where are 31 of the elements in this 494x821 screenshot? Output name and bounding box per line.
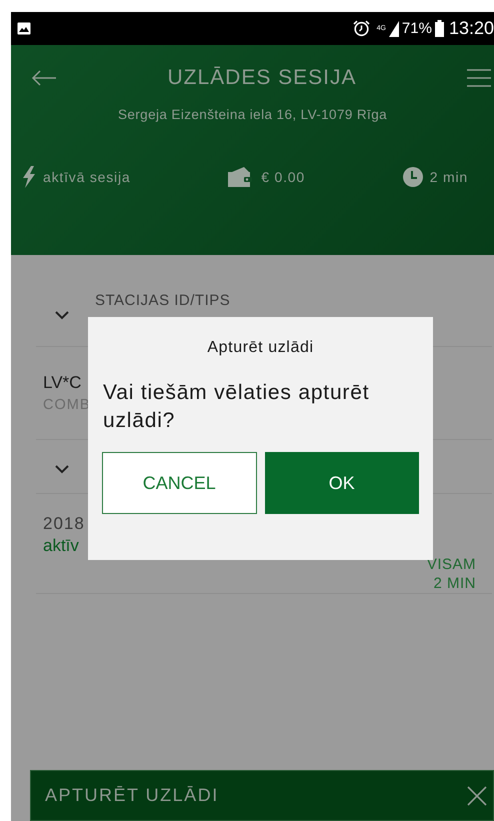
station-id: LV*C [43,373,82,393]
alarm-clock-icon [352,20,370,37]
stop-charging-bar[interactable]: APTURĒT UZLĀDI [30,770,494,821]
wallet-icon [228,167,254,187]
image-icon [17,22,31,35]
dialog-message: Vai tiešām vēlaties apturēt uzlādi? [102,380,370,434]
battery-icon [434,20,444,37]
total-label: VISAM [426,556,476,573]
dialog-title: Apturēt uzlādi [206,339,315,357]
session-date: 2018 [43,514,85,534]
stat-value: 2 min [430,169,468,185]
signal-icon [388,20,399,36]
stop-charging-label: APTURĒT UZLĀDI [45,785,219,806]
ok-button[interactable]: OK [264,452,419,514]
page-title: UZLĀDES SESIJA [167,66,357,90]
section-heading: STACIJAS ID/TIPS [95,292,230,309]
chevron-down-icon[interactable] [55,465,69,474]
clock-icon [402,167,423,187]
close-icon[interactable] [467,786,487,806]
back-arrow-icon[interactable] [31,70,57,86]
cancel-button[interactable]: CANCEL [102,452,256,514]
clock-time: 13:20 [448,18,494,39]
total-duration: 2 MIN [433,575,476,592]
lightning-bolt-icon [22,166,36,188]
menu-icon[interactable] [467,69,491,87]
station-address: Sergeja Eizenšteina iela 16, LV-1079 Rīga [116,107,388,122]
stat-value: € 0.00 [261,169,305,185]
chevron-down-icon[interactable] [55,311,69,320]
stat-value: aktīvā sesija [43,169,130,185]
battery-percent: 71% [402,20,432,37]
session-status: aktīv [43,536,79,556]
